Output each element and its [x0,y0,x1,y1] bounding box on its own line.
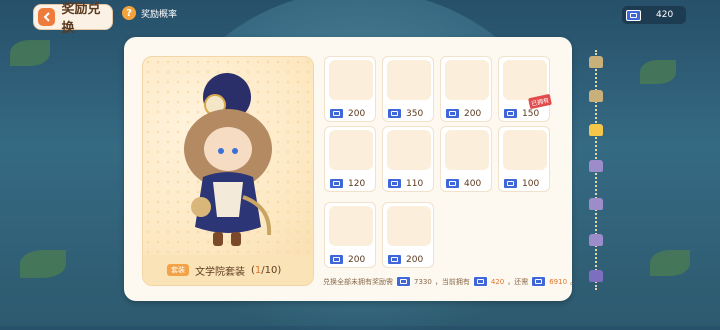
question-icon: ? [122,6,136,20]
ticket-icon [329,178,344,189]
ticket-icon [329,108,344,119]
set-progress-total: 10 [264,264,278,276]
ticket-icon [396,276,411,287]
probability-label: 奖励概率 [141,9,178,20]
item-price-value: 110 [406,178,424,189]
item-price-value: 400 [464,178,482,189]
ticket-icon [531,276,547,287]
item-price-value: 200 [348,108,366,119]
back-arrow-icon [38,8,56,26]
item-accessory-art [329,206,373,246]
item-price: 200 [387,254,423,265]
set-info-bar: 套装 文学院套装 (1/10) [143,255,313,285]
shirt-icon[interactable] [589,90,603,102]
item-price: 400 [445,178,481,189]
item-price: 150 [503,108,539,119]
probability-button[interactable]: ? 奖励概率 [122,6,177,20]
item-wand-art [387,206,431,246]
shirt-icon[interactable] [589,56,603,68]
ticket-icon [387,254,402,265]
ticket-icon [387,108,402,119]
summary-text: 兑换全部未拥有奖励需 [323,277,393,286]
reward-item[interactable]: 110 [382,126,434,192]
reward-item[interactable]: 100 [498,126,550,192]
background-leaf [20,250,66,278]
ticket-icon [626,9,641,21]
hat-icon[interactable] [589,160,603,172]
item-price-value: 200 [348,254,366,265]
reward-item[interactable]: 120 [324,126,376,192]
outfit-preview[interactable]: 套装 文学院套装 (1/10) [142,56,314,286]
item-boots-art [503,130,547,170]
page-title: 奖励兑换 [61,2,101,36]
summary-owned: 420 [490,277,505,286]
item-price-value: 100 [522,178,540,189]
item-price: 200 [329,254,365,265]
ticket-icon [387,178,402,189]
crown-icon[interactable] [589,270,603,282]
summary-text: ，当前拥有 [434,277,470,286]
item-price-value: 200 [464,108,482,119]
set-progress: (1/10) [251,264,282,276]
reward-item[interactable]: 200 [382,202,434,268]
set-badge: 套装 [167,264,189,276]
item-dress-art [445,130,489,170]
set-name: 文学院套装 [195,266,245,278]
background-leaf [650,250,690,276]
item-hat-art [329,60,373,100]
reward-item[interactable]: 350 [382,56,434,122]
item-hair-art [387,60,431,100]
reward-item[interactable]: 400 [440,126,492,192]
exchange-summary: 兑换全部未拥有奖励需 7330 ，当前拥有 420 ，还需 6910 。 [323,276,577,287]
item-price: 120 [329,178,365,189]
character-figure [184,73,272,246]
background-leaf [640,60,676,84]
currency-value: 420 [656,10,674,20]
background-leaf [10,40,50,66]
ticket-icon [329,254,344,265]
currency-display: 420 [622,6,686,24]
item-book-art [329,130,373,170]
summary-text: ，还需 [507,277,529,286]
shirt-icon[interactable] [589,198,603,210]
shirt-icon[interactable] [589,124,603,136]
item-food-art [503,60,547,100]
item-ribbon-art [387,130,431,170]
summary-text: 。 [570,277,578,286]
ticket-icon [503,178,518,189]
reward-item[interactable]: 200 [440,56,492,122]
summary-remaining: 6910 [549,277,568,286]
back-button[interactable]: 奖励兑换 [33,2,113,36]
set-progress-owned: 1 [254,264,262,276]
ticket-icon [472,276,488,287]
reward-item[interactable]: 200 [324,56,376,122]
shirt-icon[interactable] [589,234,603,246]
ticket-icon [445,108,460,119]
ticket-icon [445,178,460,189]
item-eyes-art [445,60,489,100]
item-price-value: 120 [348,178,366,189]
item-price: 200 [329,108,365,119]
item-price-value: 150 [522,108,540,119]
item-price: 350 [387,108,423,119]
item-price: 200 [445,108,481,119]
ticket-icon [503,108,518,119]
summary-needed: 7330 [414,277,432,286]
item-price: 110 [387,178,423,189]
reward-item[interactable]: 200 [324,202,376,268]
item-price: 100 [503,178,539,189]
reward-item[interactable]: 已拥有 150 [498,56,552,122]
item-price-value: 350 [406,108,424,119]
item-price-value: 200 [406,254,424,265]
